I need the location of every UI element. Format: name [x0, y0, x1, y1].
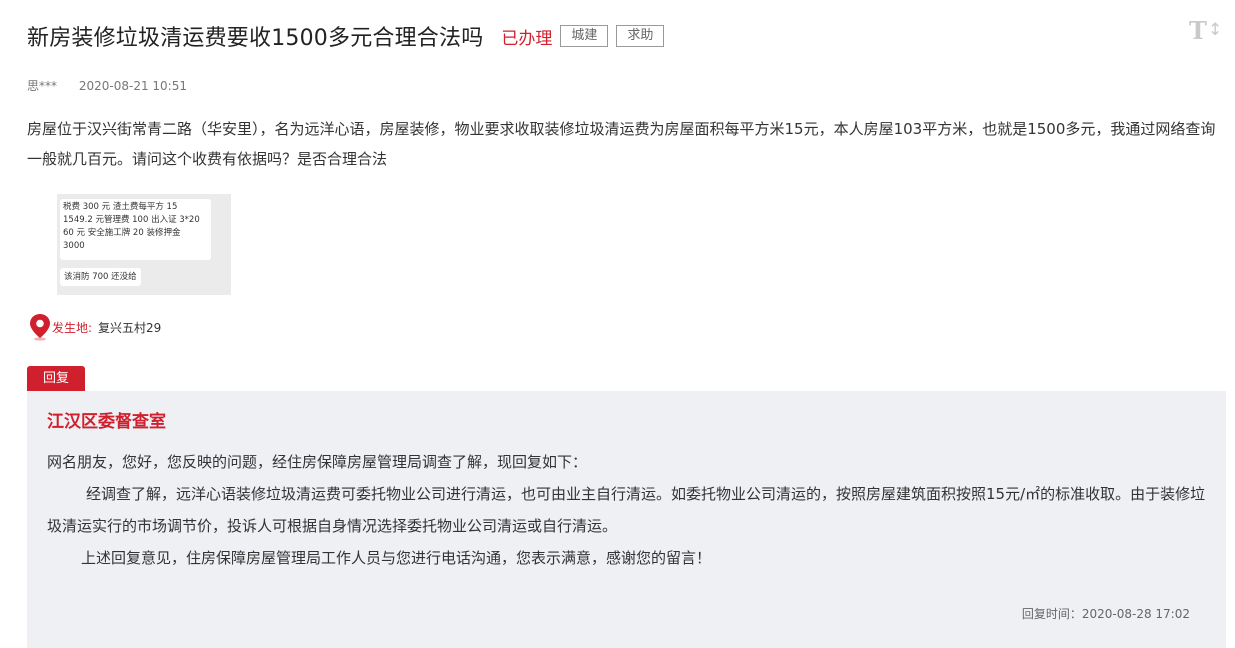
page-title: 新房装修垃圾清运费要收1500多元合理合法吗: [27, 26, 484, 51]
reply-org: 江汉区委督查室: [47, 412, 166, 432]
reply-box: 江汉区委督查室 网名朋友，您好，您反映的问题，经住房保障房屋管理局调查了解，现回…: [27, 391, 1226, 648]
attachment-line: 税费 300 元 渣土费每平方 15: [63, 202, 178, 212]
reply-text: 网名朋友，您好，您反映的问题，经住房保障房屋管理局调查了解，现回复如下： 经调查…: [47, 446, 1217, 574]
attachment-line: 3000: [63, 241, 85, 251]
reply-tab: 回复: [27, 366, 85, 392]
map-pin-icon: [30, 314, 50, 341]
reply-paragraph: 网名朋友，您好，您反映的问题，经住房保障房屋管理局调查了解，现回复如下：: [47, 453, 588, 471]
tag-category[interactable]: 城建: [560, 25, 609, 47]
text-size-icon[interactable]: T ↕: [1187, 16, 1223, 46]
author-name: 思***: [27, 79, 58, 93]
post-content: 房屋位于汉兴街常青二路（华安里），名为远洋心语，房屋装修，物业要求收取装修垃圾清…: [27, 120, 1216, 168]
reply-time: 回复时间：2020-08-28 17:02: [1021, 607, 1190, 621]
attachment-note-2: 该消防 700 还没给: [60, 268, 141, 286]
location: 发生地: 复兴五村29: [29, 313, 161, 341]
location-value: 复兴五村29: [98, 320, 162, 335]
post-datetime: 2020-08-21 10:51: [78, 79, 187, 93]
status-badge: 已办理: [501, 28, 553, 49]
tag-type[interactable]: 求助: [616, 25, 665, 47]
post-meta: 思*** 2020-08-21 10:51: [27, 77, 187, 94]
attachment-image[interactable]: 税费 300 元 渣土费每平方 15 1549.2 元管理费 100 出入证 3…: [57, 194, 231, 295]
attachment-line: 60 元 安全施工牌 20 装修押金: [63, 228, 181, 238]
reply-paragraph: 经调查了解，远洋心语装修垃圾清运费可委托物业公司进行清运，也可由业主自行清运。如…: [47, 485, 1206, 535]
title-row: 新房装修垃圾清运费要收1500多元合理合法吗 已办理 城建 求助: [27, 18, 665, 54]
location-label: 发生地:: [52, 320, 93, 335]
attachment-line: 1549.2 元管理费 100 出入证 3*20: [63, 215, 200, 225]
reply-paragraph: 上述回复意见，住房保障房屋管理局工作人员与您进行电话沟通，您表示满意，感谢您的留…: [81, 549, 712, 567]
attachment-note: 税费 300 元 渣土费每平方 15 1549.2 元管理费 100 出入证 3…: [60, 199, 211, 260]
